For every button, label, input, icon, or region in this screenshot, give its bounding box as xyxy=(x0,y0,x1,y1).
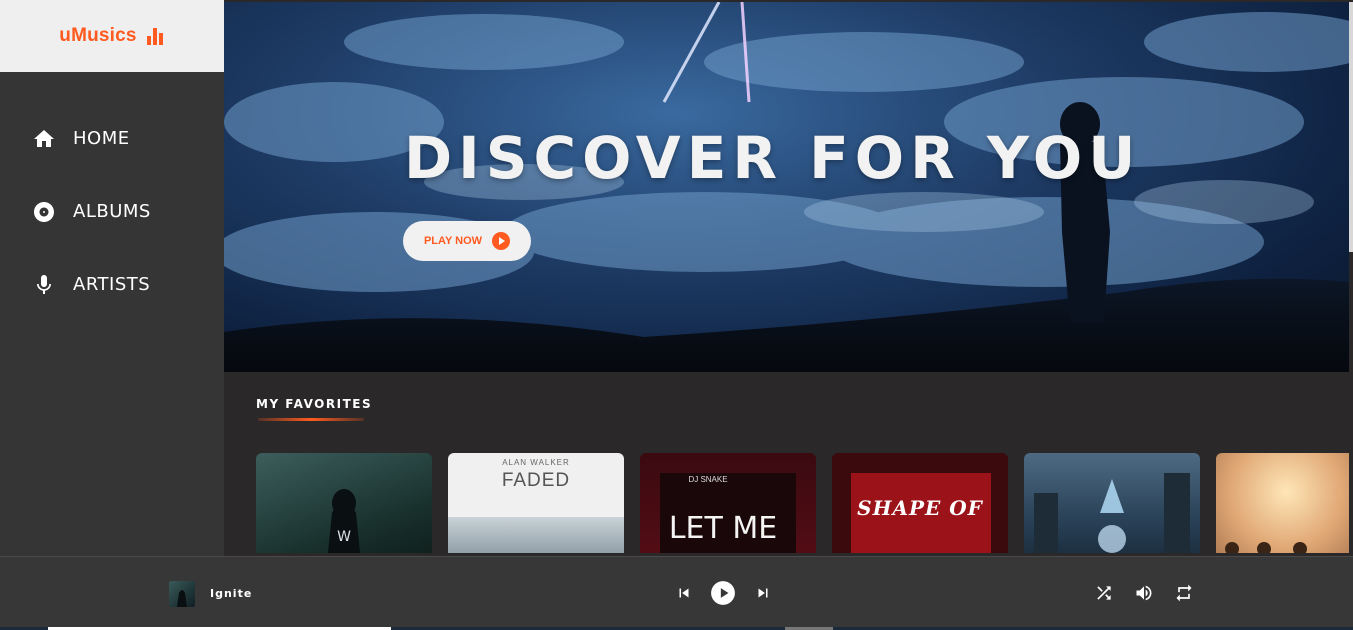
now-playing-thumbnail[interactable] xyxy=(169,581,195,607)
album-card[interactable]: W xyxy=(256,453,432,553)
shuffle-button[interactable] xyxy=(1090,579,1118,607)
album-artwork: W xyxy=(328,489,360,553)
album-card[interactable]: SHAPE OF xyxy=(832,453,1008,553)
album-title: SHAPE OF xyxy=(857,496,983,520)
volume-button[interactable] xyxy=(1130,579,1158,607)
play-icon xyxy=(711,581,735,605)
player-bar: Ignite xyxy=(0,556,1353,628)
scrollbar[interactable] xyxy=(1349,2,1353,252)
sidebar-item-home[interactable]: HOME xyxy=(0,102,224,175)
album-title: LET ME xyxy=(668,511,778,546)
home-icon xyxy=(34,129,54,147)
previous-button[interactable] xyxy=(670,579,698,607)
sidebar-item-label: ARTISTS xyxy=(73,274,151,295)
play-now-button[interactable]: PLAY NOW xyxy=(403,221,531,261)
sidebar-item-label: HOME xyxy=(73,128,130,149)
main-content: DISCOVER FOR YOU PLAY NOW MY FAVORITES W… xyxy=(224,0,1353,630)
album-artwork xyxy=(177,590,187,607)
skip-next-icon xyxy=(758,588,768,598)
sidebar: uMusics HOME ALBUMS ARTISTS xyxy=(0,0,224,630)
favorites-row: W ALAN WALKER FADED DJ SNAKE LET ME SHAP… xyxy=(256,453,1349,553)
hero-banner: DISCOVER FOR YOU PLAY NOW xyxy=(224,2,1349,372)
repeat-icon xyxy=(1176,584,1192,602)
brand-logo[interactable]: uMusics xyxy=(0,0,224,72)
album-artwork xyxy=(1225,542,1307,553)
sidebar-item-label: ALBUMS xyxy=(73,201,151,222)
album-artist: ALAN WALKER xyxy=(502,458,570,467)
sidebar-nav: HOME ALBUMS ARTISTS xyxy=(0,72,224,321)
album-artwork xyxy=(1034,473,1190,553)
svg-text:W: W xyxy=(337,529,351,545)
microphone-icon xyxy=(37,274,51,294)
album-card[interactable]: ALAN WALKER FADED xyxy=(448,453,624,553)
shuffle-icon xyxy=(1097,586,1111,600)
hero-title: DISCOVER FOR YOU xyxy=(404,124,1142,192)
brand-name: uMusics xyxy=(59,25,137,46)
volume-icon xyxy=(1136,585,1152,601)
sidebar-item-albums[interactable]: ALBUMS xyxy=(0,175,224,248)
music-app: uMusics HOME ALBUMS ARTISTS DISCOVER FOR… xyxy=(0,0,1353,630)
now-playing-title: Ignite xyxy=(210,587,253,600)
equalizer-icon xyxy=(146,27,165,45)
repeat-button[interactable] xyxy=(1170,579,1198,607)
play-now-label: PLAY NOW xyxy=(423,235,483,247)
section-title: MY FAVORITES xyxy=(256,397,373,411)
album-card[interactable] xyxy=(1216,453,1349,553)
disc-icon xyxy=(34,201,54,222)
album-card[interactable] xyxy=(1024,453,1200,553)
album-card[interactable]: DJ SNAKE LET ME xyxy=(640,453,816,553)
play-button[interactable] xyxy=(709,579,737,607)
section-underline xyxy=(258,418,364,421)
album-artist: DJ SNAKE xyxy=(688,475,728,484)
play-circle-icon xyxy=(492,232,511,250)
skip-previous-icon xyxy=(679,588,689,598)
album-title: FADED xyxy=(501,470,571,491)
next-button[interactable] xyxy=(749,579,777,607)
album-artwork xyxy=(448,517,624,553)
sidebar-item-artists[interactable]: ARTISTS xyxy=(0,248,224,321)
